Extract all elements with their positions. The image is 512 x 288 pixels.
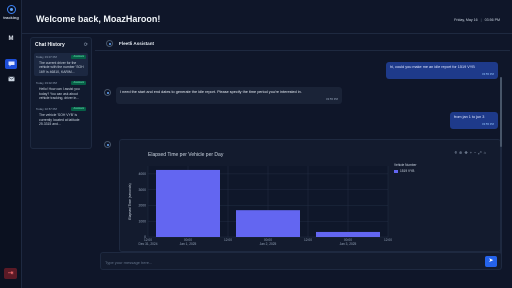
chat-scrollbar[interactable] [500, 77, 502, 262]
message-input[interactable] [105, 257, 475, 267]
chart-card: ⌾ ⊕ ✥ + − ⤢ ⌂ Elapsed Time per Vehicle p… [119, 139, 501, 252]
chart-bar [156, 169, 220, 237]
x-tick-date-label: Jan 2, 2025 [260, 242, 277, 246]
chat-history-title: Chat History [35, 42, 65, 48]
datetime-separator: | [480, 18, 482, 22]
logo-text: tracking [3, 15, 19, 20]
message-time: 03:55 PM [326, 97, 338, 101]
assistant-icon [106, 40, 113, 47]
current-time: 03:56 PM [484, 18, 500, 22]
x-tick-label: 12:00 [384, 238, 392, 242]
history-item-date: Today, 03:02 PM [36, 81, 57, 86]
bar-chart: 01000200030004000Elapsed Time (seconds)1… [128, 166, 392, 246]
history-item-badge: Assistant [71, 55, 86, 59]
chart-bar [236, 210, 300, 237]
x-tick-date-label: Dec 31, 2024 [139, 242, 158, 246]
avatar[interactable]: M [5, 34, 17, 44]
user-message: from jan 1 to jun 3 03:55 PM [450, 112, 498, 129]
chat-panel: Fleetli Assistant hi, could you make me … [95, 37, 510, 273]
assistant-message: I need the start and end dates to genera… [116, 87, 342, 104]
x-tick-label: 12:00 [224, 238, 232, 242]
refresh-icon[interactable]: ⟳ [84, 42, 88, 48]
message-time: 03:55 PM [482, 72, 494, 76]
user-message: hi, could you make me an idle report for… [386, 62, 498, 79]
message-input-bar: ➤ [100, 252, 502, 270]
chart-bar [316, 231, 380, 237]
history-item-snippet: The current driver for the vehicle with … [39, 61, 84, 74]
history-item-badge: Assistant [71, 81, 86, 86]
history-item-snippet: Hello! How can I assist you today? You c… [39, 87, 80, 101]
y-tick-label: 3000 [138, 188, 146, 192]
y-tick-label: 2000 [138, 204, 146, 208]
message-text: hi, could you make me an idle report for… [390, 65, 475, 69]
scrollbar-thumb[interactable] [500, 77, 502, 147]
send-icon: ➤ [488, 258, 494, 264]
datetime-display: Friday, May 16 | 03:56 PM [454, 18, 500, 22]
history-item-date: Today, 03:07 PM [36, 55, 57, 59]
history-item-date: Today, 02:57 PM [36, 107, 57, 112]
y-tick-label: 4000 [138, 172, 146, 176]
top-header: Welcome back, MoazHaroon! Friday, May 16… [22, 0, 512, 34]
page-title: Welcome back, MoazHaroon! [36, 14, 161, 24]
messages-nav-button[interactable] [5, 74, 17, 84]
chat-header: Fleetli Assistant [95, 37, 510, 51]
assistant-avatar-icon [104, 141, 111, 148]
x-tick-date-label: Jan 3, 2025 [340, 242, 357, 246]
send-button[interactable]: ➤ [485, 256, 497, 267]
message-text: from jan 1 to jun 3 [454, 115, 485, 119]
y-tick-label: 1000 [138, 219, 146, 223]
history-item[interactable]: Today, 02:57 PM Assistant The vehicle 'SO… [34, 105, 88, 128]
logout-icon: ⇥ [7, 270, 14, 277]
y-axis-label: Elapsed Time (seconds) [128, 183, 132, 219]
chat-history-panel: Chat History ⟳ Today, 03:07 PM Assistant … [30, 37, 92, 149]
app-logo: tracking [3, 5, 19, 20]
chat-nav-button[interactable] [5, 59, 17, 69]
logout-button[interactable]: ⇥ [4, 268, 17, 279]
x-tick-label: 12:00 [304, 238, 312, 242]
logo-icon [6, 5, 16, 14]
message-time: 03:55 PM [482, 122, 494, 126]
mail-icon [8, 76, 14, 82]
history-item[interactable]: Today, 03:07 PM Assistant The current dri… [34, 53, 88, 77]
x-tick-date-label: Jan 1, 2025 [180, 242, 197, 246]
assistant-name: Fleetli Assistant [119, 41, 155, 46]
nav-rail: tracking M ⇥ [0, 0, 22, 288]
current-date: Friday, May 16 [454, 18, 478, 22]
history-item-badge: Assistant [71, 107, 86, 112]
message-text: I need the start and end dates to genera… [120, 90, 302, 94]
assistant-avatar-icon [104, 89, 111, 96]
history-item[interactable]: Today, 03:02 PM Assistant Hello! How can … [34, 79, 88, 102]
history-item-snippet: The vehicle 'SOH VYB' is currently locat… [39, 113, 80, 127]
chat-icon [8, 61, 14, 67]
